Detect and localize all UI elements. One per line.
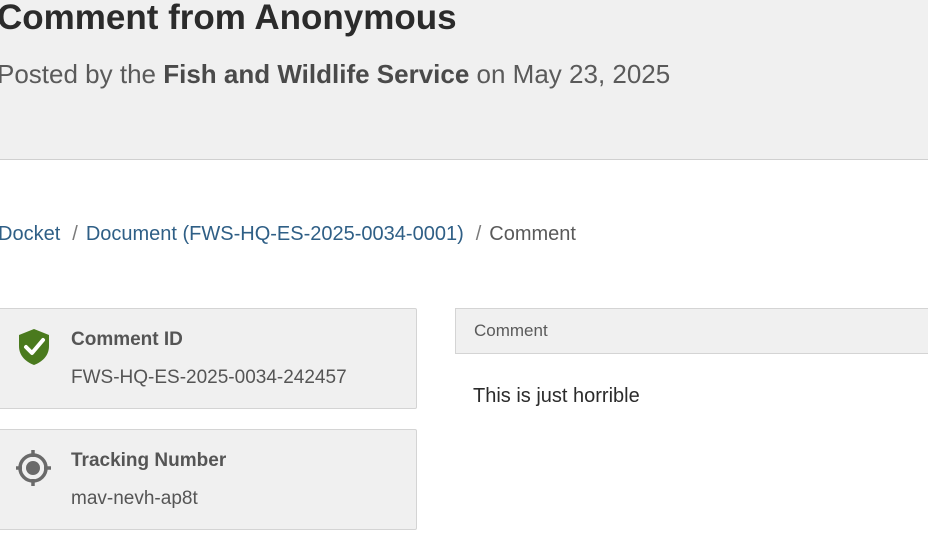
breadcrumb-current: Comment [489,223,576,245]
shield-check-icon [16,327,52,367]
posted-by-line: Posted by the Fish and Wildlife Service … [0,56,670,92]
page-title: Comment from Anonymous [0,0,457,37]
page-header: Comment from Anonymous Posted by the Fis… [0,0,928,160]
tracking-number-value: mav-nevh-ap8t [71,488,198,509]
comment-id-label: Comment ID [71,329,183,350]
comment-section-label: Comment [474,321,548,340]
posted-date: on May 23, 2025 [469,59,671,89]
posted-prefix: Posted by the [0,59,164,89]
breadcrumb-separator: / [475,223,482,245]
breadcrumb-docket-link[interactable]: Docket [0,223,60,245]
comment-text: This is just horrible [473,385,640,407]
comment-section-header: Comment [455,308,928,354]
breadcrumb-separator: / [72,223,78,245]
crosshair-target-icon [16,449,52,489]
breadcrumb: Docket / Document (FWS-HQ-ES-2025-0034-000… [0,220,576,248]
tracking-number-label: Tracking Number [71,450,227,471]
comment-id-card: Comment ID FWS-HQ-ES-2025-0034-242457 [0,308,417,409]
comment-id-value: FWS-HQ-ES-2025-0034-242457 [71,367,347,388]
breadcrumb-document-link[interactable]: Document (FWS-HQ-ES-2025-0034-0001) [86,223,464,245]
agency-name: Fish and Wildlife Service [163,59,470,89]
tracking-number-card: Tracking Number mav-nevh-ap8t [0,429,417,530]
